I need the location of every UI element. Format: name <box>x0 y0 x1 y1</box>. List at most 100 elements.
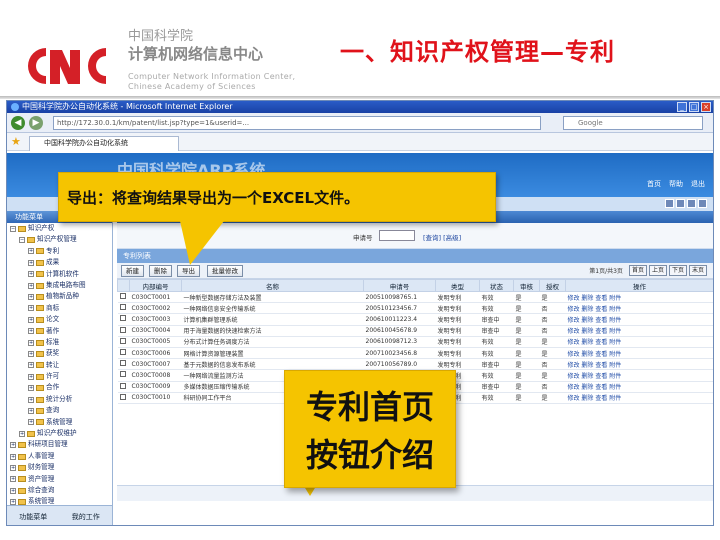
expand-icon[interactable]: + <box>28 294 34 301</box>
minimize-icon[interactable]: _ <box>677 102 687 112</box>
sidebar-item[interactable]: + 成果 <box>7 257 112 268</box>
sidebar-item[interactable]: + 植物新品种 <box>7 291 112 302</box>
top-link[interactable]: 退出 <box>691 179 705 189</box>
sidebar-item[interactable]: + 统计分析 <box>7 394 112 405</box>
nav-prev-icon[interactable] <box>665 199 674 208</box>
favorites-star-icon[interactable]: ★ <box>11 135 21 148</box>
sidebar-item[interactable]: + 查询 <box>7 405 112 416</box>
sidebar-item[interactable]: + 综合查询 <box>7 485 112 496</box>
delete-button[interactable]: 删除 <box>149 265 172 277</box>
sidebar-item[interactable]: + 标准 <box>7 337 112 348</box>
row-checkbox[interactable] <box>119 326 126 333</box>
expand-icon[interactable]: + <box>28 328 34 335</box>
collapse-icon[interactable]: − <box>10 225 16 232</box>
row-checkbox[interactable] <box>119 393 126 400</box>
column-header[interactable]: 授权 <box>539 279 566 292</box>
expand-icon[interactable]: + <box>28 305 34 312</box>
table-row[interactable]: C030CT0003 计算机集群管理系统 200610011223.4 发明专利 审查中… <box>117 313 713 326</box>
nav-next-icon[interactable] <box>676 199 685 208</box>
expand-icon[interactable]: + <box>28 407 34 414</box>
row-checkbox[interactable] <box>119 304 126 311</box>
new-button[interactable]: 新建 <box>121 265 144 277</box>
column-header[interactable]: 状态 <box>479 279 514 292</box>
expand-icon[interactable]: + <box>10 453 16 460</box>
row-actions[interactable]: 修改 删除 查看 附件 <box>565 325 713 337</box>
sidebar-item[interactable]: + 著作 <box>7 326 112 337</box>
close-icon[interactable]: × <box>701 102 711 112</box>
column-header[interactable] <box>117 279 130 292</box>
sidebar-item[interactable]: + 计算机软件 <box>7 269 112 280</box>
row-actions[interactable]: 修改 删除 查看 附件 <box>565 336 713 348</box>
collapse-icon[interactable]: − <box>19 237 25 244</box>
nav-home-icon[interactable] <box>698 199 707 208</box>
sidebar-item[interactable]: + 专利 <box>7 246 112 257</box>
row-checkbox[interactable] <box>119 315 126 322</box>
first-page-button[interactable]: 首页 <box>628 265 647 276</box>
sidebar-item[interactable]: + 知识产权维护 <box>7 428 112 439</box>
table-row[interactable]: C030CT0001 一种新型数据存储方法及装置 200510098765.1 发明专… <box>117 291 713 304</box>
sidebar-tab-mywork[interactable]: 我的工作 <box>60 506 113 525</box>
export-button[interactable]: 导出 <box>177 265 200 277</box>
browser-search-input[interactable]: Google <box>563 116 703 130</box>
expand-icon[interactable]: + <box>10 442 16 449</box>
sidebar-item[interactable]: + 许可 <box>7 371 112 382</box>
expand-icon[interactable]: + <box>28 419 34 426</box>
sidebar-item[interactable]: + 合作 <box>7 382 112 393</box>
browser-tab[interactable]: 中国科学院办公自动化系统 <box>29 136 179 151</box>
sidebar-item[interactable]: + 系统管理 <box>7 417 112 428</box>
table-row[interactable]: C030CT0007 基于元数据的信息发布系统 200710056789.0 发明专利… <box>117 358 713 371</box>
column-header[interactable]: 内部编号 <box>129 279 182 292</box>
next-page-button[interactable]: 下页 <box>668 265 687 276</box>
row-checkbox[interactable] <box>119 371 126 378</box>
row-checkbox[interactable] <box>119 360 126 367</box>
row-actions[interactable]: 修改 删除 查看 附件 <box>565 302 713 315</box>
row-actions[interactable]: 修改 删除 查看 附件 <box>565 347 713 360</box>
column-header[interactable]: 操作 <box>565 279 713 292</box>
column-header[interactable]: 审核 <box>513 279 540 292</box>
sidebar-item[interactable]: + 集成电路布图 <box>7 280 112 291</box>
column-header[interactable]: 类型 <box>435 279 480 292</box>
row-checkbox[interactable] <box>119 293 126 300</box>
prev-page-button[interactable]: 上页 <box>648 265 667 276</box>
sidebar-item[interactable]: + 转让 <box>7 360 112 371</box>
expand-icon[interactable]: + <box>28 339 34 346</box>
expand-icon[interactable]: + <box>28 271 34 278</box>
row-checkbox[interactable] <box>119 349 126 356</box>
expand-icon[interactable]: + <box>28 362 34 369</box>
table-row[interactable]: C030CT0004 用于海量数据的快速检索方法 200610045678.9 发明专… <box>117 325 713 337</box>
last-page-button[interactable]: 末页 <box>688 265 707 276</box>
forward-icon[interactable]: ▶ <box>29 116 43 130</box>
top-link[interactable]: 帮助 <box>669 179 683 189</box>
back-icon[interactable]: ◀ <box>11 116 25 130</box>
sidebar-item[interactable]: + 人事管理 <box>7 451 112 462</box>
table-row[interactable]: C030CT0005 分布式计算任务调度方法 200610098712.3 发明专利有… <box>117 336 713 348</box>
row-checkbox[interactable] <box>119 337 126 344</box>
sidebar-item[interactable]: + 科研项目管理 <box>7 439 112 450</box>
expand-icon[interactable]: + <box>10 464 16 471</box>
search-links[interactable]: [查询] [高级] <box>423 232 461 242</box>
expand-icon[interactable]: + <box>28 316 34 323</box>
column-header[interactable]: 申请号 <box>363 279 436 292</box>
maximize-icon[interactable]: □ <box>689 102 699 112</box>
sidebar-tab-menu[interactable]: 功能菜单 <box>7 506 60 525</box>
sidebar-item[interactable]: + 资产管理 <box>7 474 112 485</box>
top-link[interactable]: 首页 <box>647 179 661 189</box>
expand-icon[interactable]: + <box>28 259 34 266</box>
expand-icon[interactable]: + <box>28 373 34 380</box>
expand-icon[interactable]: + <box>28 385 34 392</box>
nav-refresh-icon[interactable] <box>687 199 696 208</box>
sidebar-item[interactable]: + 论文 <box>7 314 112 325</box>
expand-icon[interactable]: + <box>28 350 34 357</box>
row-actions[interactable]: 修改 删除 查看 附件 <box>565 358 713 371</box>
row-actions[interactable]: 修改 删除 查看 附件 <box>565 392 713 404</box>
row-actions[interactable]: 修改 删除 查看 附件 <box>565 369 713 382</box>
expand-icon[interactable]: + <box>28 248 34 255</box>
expand-icon[interactable]: + <box>19 430 25 437</box>
row-actions[interactable]: 修改 删除 查看 附件 <box>565 381 713 393</box>
sidebar-item[interactable]: + 获奖 <box>7 348 112 359</box>
row-actions[interactable]: 修改 删除 查看 附件 <box>565 313 713 326</box>
row-actions[interactable]: 修改 删除 查看 附件 <box>565 291 713 304</box>
column-header[interactable]: 名称 <box>181 279 364 292</box>
search-field[interactable] <box>379 230 415 241</box>
table-row[interactable]: C030CT0002 一种网络信息安全传输系统 200510123456.7 发明专利… <box>117 302 713 315</box>
